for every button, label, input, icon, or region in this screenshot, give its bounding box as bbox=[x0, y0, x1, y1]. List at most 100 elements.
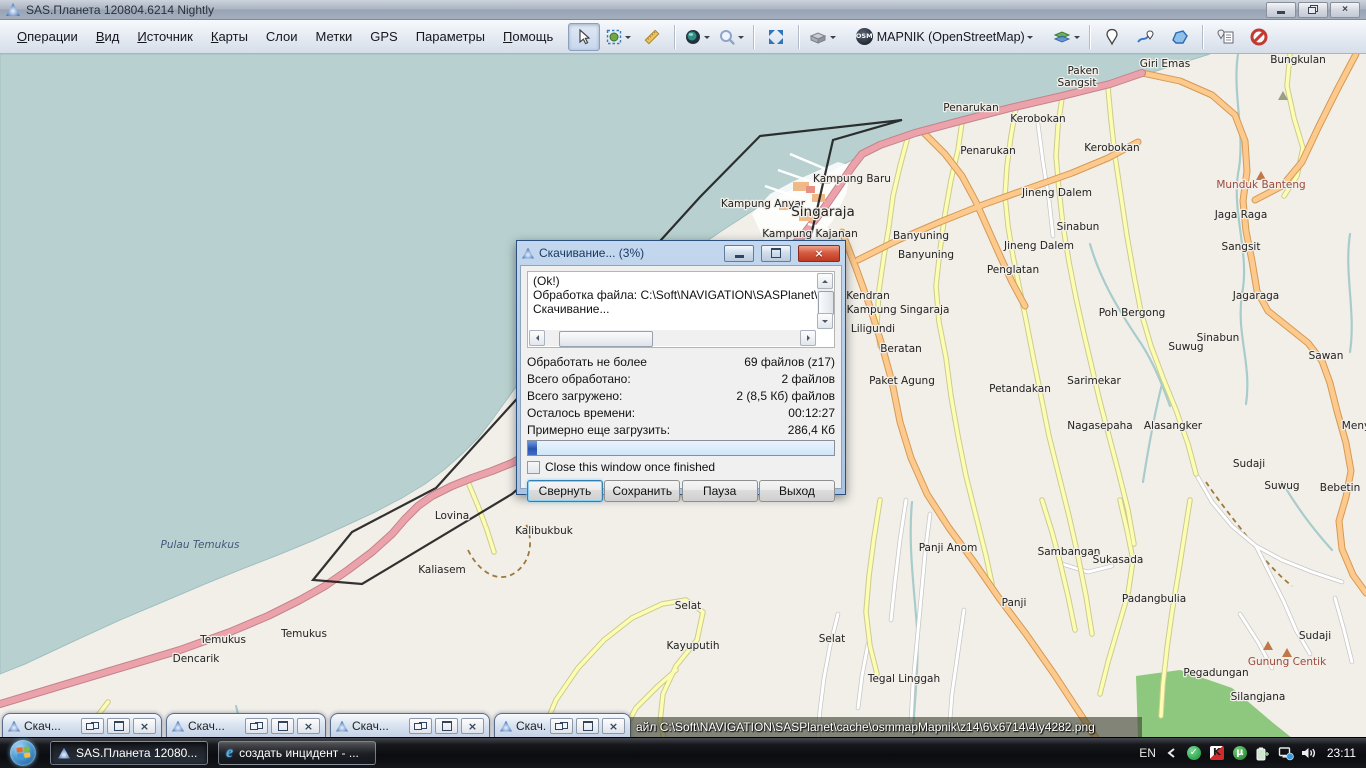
menu-item-карты[interactable]: Карты bbox=[202, 25, 257, 48]
maximize-button[interactable] bbox=[576, 718, 599, 734]
ruler-tool-button[interactable] bbox=[636, 23, 668, 51]
close-when-finished-checkbox[interactable] bbox=[527, 461, 540, 474]
download-dialog[interactable]: Скачивание... (3%) × (Ok!)Обработка файл… bbox=[516, 240, 846, 495]
menu-item-помощь[interactable]: Помощь bbox=[494, 25, 562, 48]
dialog-button-свернуть[interactable]: Свернуть bbox=[527, 480, 603, 502]
vertical-scrollbar[interactable] bbox=[817, 273, 833, 329]
map-label: Kampung Baru bbox=[813, 173, 891, 185]
minimized-window[interactable]: Скач... × bbox=[330, 713, 490, 738]
map-label: Munduk Banteng bbox=[1216, 179, 1305, 191]
close-button[interactable]: × bbox=[602, 718, 625, 734]
placemark-tool-button[interactable] bbox=[1096, 23, 1128, 51]
clock[interactable]: 23:11 bbox=[1327, 746, 1356, 760]
cursor-tool-button[interactable] bbox=[568, 23, 600, 51]
dialog-minimize-button[interactable] bbox=[724, 245, 754, 262]
map-label: Sangsit bbox=[1058, 77, 1097, 89]
map-label: Kampung Kajanan bbox=[762, 228, 858, 240]
globe-tool-button[interactable] bbox=[681, 23, 713, 51]
restore-button[interactable] bbox=[81, 718, 104, 734]
menu-toolbar-row: ОперацииВидИсточникКартыСлоиМеткиGPSПара… bbox=[0, 20, 1366, 54]
kaspersky-icon[interactable]: K bbox=[1209, 745, 1225, 761]
minimize-icon bbox=[735, 255, 744, 258]
dialog-button-выход[interactable]: Выход bbox=[759, 480, 835, 502]
scroll-up-button[interactable] bbox=[817, 273, 833, 289]
dialog-button-пауза[interactable]: Пауза bbox=[682, 480, 758, 502]
maximize-button[interactable] bbox=[271, 718, 294, 734]
close-button[interactable]: × bbox=[1330, 2, 1360, 18]
minimized-buttons: × bbox=[409, 718, 484, 734]
dialog-titlebar[interactable]: Скачивание... (3%) × bbox=[520, 241, 842, 265]
volume-icon[interactable] bbox=[1301, 745, 1317, 761]
chevron-down-icon bbox=[738, 36, 744, 42]
selection-tool-button[interactable] bbox=[602, 23, 634, 51]
antivirus-ok-icon[interactable]: ✓ bbox=[1186, 745, 1202, 761]
map-label: Singaraja bbox=[791, 204, 855, 220]
minimized-buttons: × bbox=[245, 718, 320, 734]
map-label: Poh Bergong bbox=[1099, 307, 1166, 319]
disable-downloading-button[interactable] bbox=[1243, 23, 1275, 51]
dialog-maximize-button[interactable] bbox=[761, 245, 791, 262]
scroll-down-button[interactable] bbox=[817, 313, 833, 329]
menu-item-операции[interactable]: Операции bbox=[8, 25, 87, 48]
map-label: Gunung Centik bbox=[1248, 656, 1327, 668]
map-label: Penglatan bbox=[987, 264, 1039, 276]
zoom-tool-button[interactable] bbox=[715, 23, 747, 51]
menu-item-слои[interactable]: Слои bbox=[257, 25, 307, 48]
dialog-close-button[interactable]: × bbox=[798, 245, 840, 262]
map-label: Meny bbox=[1342, 420, 1366, 432]
close-button[interactable]: × bbox=[133, 718, 156, 734]
map-label: Jineng Dalem bbox=[1003, 240, 1074, 252]
menu-item-метки[interactable]: Метки bbox=[307, 25, 362, 48]
restore-button[interactable] bbox=[550, 718, 573, 734]
selection-icon bbox=[605, 28, 623, 46]
scroll-left-button[interactable] bbox=[529, 330, 545, 346]
close-button[interactable]: × bbox=[297, 718, 320, 734]
tray-expand-button[interactable] bbox=[1163, 745, 1179, 761]
scroll-right-button[interactable] bbox=[800, 330, 816, 346]
horizontal-scrollbar[interactable] bbox=[529, 330, 816, 346]
close-button[interactable]: × bbox=[461, 718, 484, 734]
power-icon[interactable] bbox=[1255, 745, 1271, 761]
fullscreen-button[interactable] bbox=[760, 23, 792, 51]
taskbar-app-1[interactable]: eсоздать инцидент - ... bbox=[218, 741, 376, 765]
network-icon[interactable] bbox=[1278, 745, 1294, 761]
menu-item-источник[interactable]: Источник bbox=[128, 25, 202, 48]
utorrent-icon[interactable]: µ bbox=[1232, 745, 1248, 761]
scrollbar-thumb[interactable] bbox=[559, 331, 653, 347]
download-log[interactable]: (Ok!)Обработка файла: C:\Soft\NAVIGATION… bbox=[527, 271, 835, 348]
start-button[interactable] bbox=[10, 740, 36, 766]
layers-selector[interactable] bbox=[1049, 23, 1083, 51]
taskbar-apps: SAS.Планета 12080... eсоздать инцидент - … bbox=[50, 741, 376, 765]
map-label: Giri Emas bbox=[1140, 58, 1190, 70]
dialog-button-сохранить[interactable]: Сохранить bbox=[604, 480, 680, 502]
triangle-down-icon bbox=[822, 320, 828, 326]
map-label: Sudaji bbox=[1233, 458, 1265, 470]
menu-item-параметры[interactable]: Параметры bbox=[407, 25, 494, 48]
minimized-window[interactable]: Скач...× bbox=[166, 713, 326, 738]
placemark-manager-button[interactable] bbox=[1209, 23, 1241, 51]
menu-item-gps[interactable]: GPS bbox=[361, 25, 406, 48]
restore-button[interactable] bbox=[1298, 2, 1328, 18]
ie-icon: e bbox=[226, 745, 233, 761]
restore-button[interactable] bbox=[409, 718, 432, 734]
restore-button[interactable] bbox=[245, 718, 268, 734]
maximize-button[interactable] bbox=[107, 718, 130, 734]
path-tool-button[interactable] bbox=[1130, 23, 1162, 51]
window-titlebar[interactable]: SAS.Планета 120804.6214 Nightly × bbox=[0, 0, 1366, 20]
app-icon bbox=[172, 721, 184, 732]
map-label: Temukus bbox=[280, 628, 327, 640]
minimized-title: Скач... bbox=[352, 719, 405, 733]
minimized-window[interactable]: Скач...× bbox=[2, 713, 162, 738]
map-source-selector[interactable]: OSM MAPNIK (OpenStreetMap) bbox=[841, 23, 1047, 51]
scrollbar-thumb[interactable] bbox=[818, 291, 834, 315]
minimize-button[interactable] bbox=[1266, 2, 1296, 18]
map-label: Beratan bbox=[880, 343, 922, 355]
menu-item-вид[interactable]: Вид bbox=[87, 25, 129, 48]
maximize-button[interactable] bbox=[435, 718, 458, 734]
download-manager-button[interactable] bbox=[805, 23, 839, 51]
map-label: Alasangker bbox=[1144, 420, 1203, 432]
minimized-window[interactable]: Скач...× bbox=[494, 713, 631, 738]
language-indicator[interactable]: EN bbox=[1139, 746, 1156, 760]
polygon-tool-button[interactable] bbox=[1164, 23, 1196, 51]
taskbar-app-0[interactable]: SAS.Планета 12080... bbox=[50, 741, 208, 765]
